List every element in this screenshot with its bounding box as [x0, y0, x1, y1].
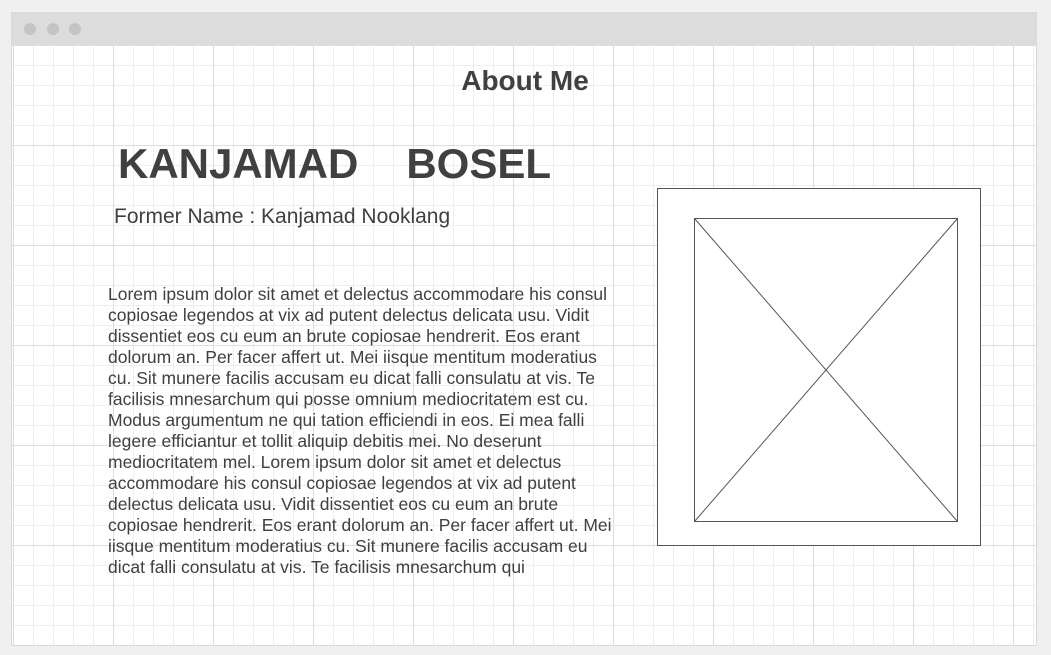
browser-window: About Me KANJAMAD BOSEL Former Name : Kan…: [11, 12, 1037, 646]
image-placeholder-icon: [694, 218, 958, 522]
former-name: Former Name : Kanjamad Nooklang: [114, 205, 451, 228]
profile-image-frame: [657, 188, 981, 546]
first-name: KANJAMAD: [118, 140, 359, 187]
window-titlebar: [12, 13, 1036, 45]
window-dot-minimize[interactable]: [47, 23, 59, 35]
page-title: About Me: [461, 65, 589, 96]
window-dot-maximize[interactable]: [69, 23, 81, 35]
full-name: KANJAMAD BOSEL: [118, 140, 551, 188]
page-canvas: About Me KANJAMAD BOSEL Former Name : Kan…: [12, 45, 1036, 645]
bio-paragraph: Lorem ipsum dolor sit amet et delectus a…: [108, 283, 612, 577]
last-name: BOSEL: [406, 140, 552, 187]
window-dot-close[interactable]: [24, 23, 36, 35]
